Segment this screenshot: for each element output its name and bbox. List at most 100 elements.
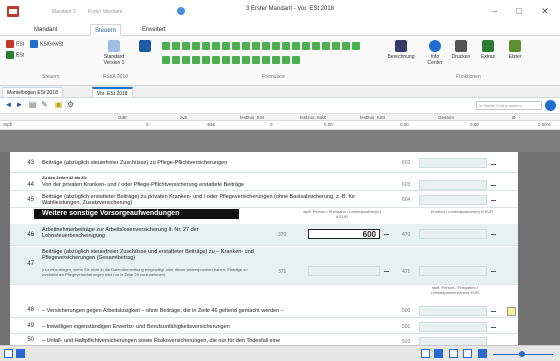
- column-header-b: Ehefrau / Lebenspartner(in) B EUR: [430, 209, 494, 214]
- save-button[interactable]: [133, 40, 157, 54]
- field-code: 370: [278, 232, 287, 238]
- tools-icon: [482, 40, 494, 52]
- line-number: 49: [27, 323, 34, 329]
- kst-button[interactable]: KStGewSt: [30, 40, 63, 48]
- col-est: festzus. ESt: [240, 115, 265, 120]
- note-marker-icon[interactable]: [507, 307, 516, 316]
- col-kist: festzus. KiSt: [360, 115, 386, 120]
- ribbon: ESt ESt KStGewSt Steuern Standard Versio…: [0, 36, 560, 86]
- line-number: 43: [27, 160, 34, 166]
- edit-icon[interactable]: ✎: [40, 100, 49, 109]
- section-title: Weitere sonstige Vorsorgeaufwendungen: [34, 209, 239, 219]
- form-row-46: 46 Arbeitnehmerbeiträge zur Arbeitslosen…: [10, 224, 518, 246]
- window-title: 3 Erster Mandant - Vor. ESt 2018: [245, 6, 335, 12]
- form-row-50: 50 – Unfall- und Haftpflichtversicherung…: [10, 335, 518, 345]
- col-avg: Ø: [512, 115, 516, 120]
- tab-vor-est[interactable]: Vor. ESt 2018: [92, 87, 133, 98]
- summary-header: GdE zvE festzus. ESt festzus. SolZ festz…: [0, 113, 560, 121]
- sync-icon[interactable]: [177, 7, 185, 15]
- field-dash: [384, 271, 389, 272]
- calculator-icon: [395, 40, 407, 52]
- col-gde: GdE: [118, 115, 128, 120]
- application-window: Mandant 3 Erster Mandant 3 Erster Mandan…: [0, 0, 560, 361]
- view-fit-icon[interactable]: [478, 349, 487, 358]
- form-icons-row-2[interactable]: [162, 56, 302, 64]
- field-dash: [491, 311, 496, 312]
- gst-button[interactable]: ESt: [6, 51, 24, 59]
- view-form-icon[interactable]: [434, 349, 443, 358]
- back-icon[interactable]: ◄: [4, 100, 13, 109]
- col-zve: zvE: [180, 115, 188, 120]
- field-code: 500: [402, 308, 411, 314]
- search-input[interactable]: In Hauffe Online suchen: [476, 101, 542, 110]
- field-code: 371: [278, 269, 287, 275]
- minimize-button[interactable]: –: [486, 4, 504, 18]
- info-center-button[interactable]: Info Center: [423, 40, 447, 66]
- field-dash: [491, 271, 496, 272]
- form-background-top: [0, 130, 560, 152]
- input-371[interactable]: [308, 266, 380, 276]
- form-row-47: 47 Beiträge (abzüglich steuerfreier Zusc…: [10, 247, 518, 285]
- field-code: 501: [402, 324, 411, 330]
- line-text: Beiträge (abzüglich erstatteter Beiträge…: [42, 194, 356, 206]
- line-text: – freiwilligen eigenständigen Erwerbs- u…: [42, 324, 230, 330]
- form-row-48: 48 – Versicherungen gegen Arbeitslosigke…: [10, 304, 518, 318]
- column-header-stpfl: stpfl. Person / Ehegatten / Lebenspartne…: [431, 285, 479, 295]
- line-number: 48: [27, 307, 34, 313]
- info-icon: [429, 40, 441, 52]
- berechnung-button[interactable]: Berechnung: [386, 40, 416, 60]
- group-steuern: Steuern: [42, 74, 60, 80]
- zoom-slider-handle[interactable]: [519, 351, 525, 357]
- tab-erweitert[interactable]: Erweitert: [138, 24, 170, 36]
- row-label: Stpfl: [3, 122, 13, 127]
- input-500[interactable]: [419, 306, 487, 316]
- list-icon[interactable]: ▤: [28, 100, 37, 109]
- input-502[interactable]: [419, 337, 487, 345]
- value-solz: 0,00: [324, 122, 333, 127]
- value-est: 0: [270, 122, 273, 127]
- input-471[interactable]: [419, 266, 487, 276]
- maximize-button[interactable]: □: [510, 4, 528, 18]
- field-dash: [384, 234, 389, 235]
- printer-icon: [455, 40, 467, 52]
- drucken-button[interactable]: Drucken: [449, 40, 473, 60]
- tab-mantelbogen[interactable]: Mantelbogen ESt 2018: [2, 87, 63, 98]
- line-text: Arbeitnehmerbeiträge zur Arbeitslosenver…: [42, 227, 199, 239]
- field-code: 603: [402, 182, 411, 188]
- help-icon[interactable]: [545, 100, 556, 111]
- close-button[interactable]: ✕: [536, 4, 554, 18]
- view-single-icon[interactable]: [421, 349, 430, 358]
- tab-mandant[interactable]: Mandant: [30, 24, 61, 36]
- est-button[interactable]: ESt: [6, 40, 24, 48]
- input-603[interactable]: [419, 180, 487, 190]
- status-info-icon[interactable]: [4, 349, 13, 358]
- line-text: Von der privaten Kranken- und / oder Pfl…: [42, 182, 245, 188]
- col-solz: festzus. SolZ: [300, 115, 327, 120]
- field-dash: [491, 234, 496, 235]
- input-602[interactable]: [419, 158, 487, 168]
- form-icons-row-1[interactable]: [162, 42, 362, 50]
- value-gde: 0: [146, 122, 149, 127]
- settings-icon[interactable]: ⚙: [66, 100, 75, 109]
- standard-version-button[interactable]: Standard Version 1: [97, 40, 131, 66]
- input-470[interactable]: [419, 229, 487, 239]
- elster-button[interactable]: Elster: [503, 40, 527, 60]
- view-list-icon[interactable]: [463, 349, 472, 358]
- view-double-icon[interactable]: [449, 349, 458, 358]
- line-text: Beiträge (abzüglich steuerfreier Zuschüs…: [42, 160, 228, 166]
- forward-icon[interactable]: ►: [15, 100, 24, 109]
- folder-icon[interactable]: ▣: [54, 100, 63, 109]
- form-row-44: 44 Von der privaten Kranken- und / oder …: [10, 179, 518, 191]
- line-text: – Versicherungen gegen Arbeitslosigkeit …: [42, 308, 284, 314]
- field-dash: [491, 327, 496, 328]
- input-604[interactable]: [419, 195, 487, 205]
- client-number: Mandant 3: [52, 9, 76, 15]
- input-370[interactable]: 600: [308, 229, 380, 239]
- line-text: Beiträge (abzüglich steuerfreier Zuschüs…: [42, 249, 254, 261]
- tab-steuern[interactable]: Steuern: [90, 24, 122, 36]
- status-page-icon[interactable]: [16, 349, 25, 358]
- field-code: 602: [402, 160, 411, 166]
- extras-button[interactable]: Extras: [476, 40, 500, 60]
- input-501[interactable]: [419, 322, 487, 332]
- app-logo-icon: [7, 6, 19, 17]
